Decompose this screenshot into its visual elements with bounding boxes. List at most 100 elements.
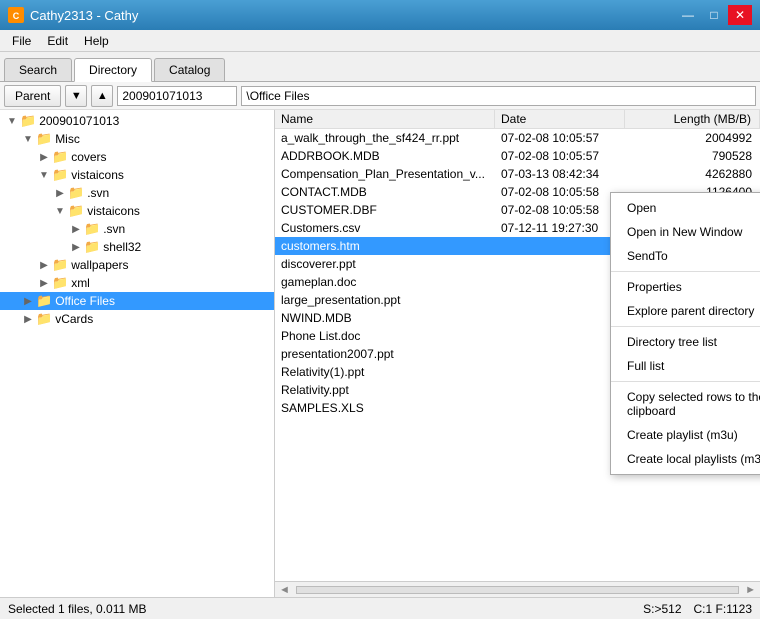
expand-icon-office[interactable]: ▶ — [20, 296, 36, 307]
close-button[interactable]: ✕ — [728, 5, 752, 25]
tree-item-xml[interactable]: ▶ 📁 xml — [0, 274, 274, 292]
file-name-10: NWIND.MDB — [275, 310, 495, 326]
file-row-0[interactable]: a_walk_through_the_sf424_rr.ppt 07-02-08… — [275, 129, 760, 147]
file-name-9: large_presentation.ppt — [275, 292, 495, 308]
file-name-14: Relativity.ppt — [275, 382, 495, 398]
expand-icon-vistaicons-l3[interactable]: ▼ — [52, 206, 68, 217]
menu-help[interactable]: Help — [76, 32, 117, 50]
folder-icon-covers: 📁 — [52, 149, 68, 165]
file-row-1[interactable]: ADDRBOOK.MDB 07-02-08 10:05:57 790528 — [275, 147, 760, 165]
expand-icon-svn-l3[interactable]: ▶ — [52, 188, 68, 199]
folder-icon-root: 📁 — [20, 113, 36, 129]
ctx-separator-2 — [611, 326, 760, 327]
file-date-13 — [495, 364, 625, 380]
tree-item-root[interactable]: ▼ 📁 200901071013 — [0, 112, 274, 130]
file-date-0: 07-02-08 10:05:57 — [495, 130, 625, 146]
file-name-7: discoverer.ppt — [275, 256, 495, 272]
tab-search[interactable]: Search — [4, 58, 72, 81]
file-length-1: 790528 — [625, 148, 760, 164]
folder-icon-vistaicons-l3: 📁 — [68, 203, 84, 219]
expand-icon-misc[interactable]: ▼ — [20, 134, 36, 145]
nav-up-button[interactable]: ▲ — [91, 85, 113, 107]
file-date-2: 07-03-13 08:42:34 — [495, 166, 625, 182]
folder-icon-wallpapers: 📁 — [52, 257, 68, 273]
col-header-date[interactable]: Date — [495, 110, 625, 128]
ctx-separator-3 — [611, 381, 760, 382]
ctx-open[interactable]: Open — [611, 196, 760, 220]
file-name-15: SAMPLES.XLS — [275, 400, 495, 416]
tab-directory[interactable]: Directory — [74, 58, 152, 82]
expand-icon-covers[interactable]: ▶ — [36, 152, 52, 163]
tree-item-office-files[interactable]: ▶ 📁 Office Files — [0, 292, 274, 310]
ctx-copy-rows[interactable]: Copy selected rows to the clipboard ► — [611, 385, 760, 423]
expand-icon-vcards[interactable]: ▶ — [20, 314, 36, 325]
file-date-1: 07-02-08 10:05:57 — [495, 148, 625, 164]
ctx-open-new-window[interactable]: Open in New Window — [611, 220, 760, 244]
tree-item-svn-l4[interactable]: ▶ 📁 .svn — [0, 220, 274, 238]
menu-bar: File Edit Help — [0, 30, 760, 52]
ctx-properties[interactable]: Properties — [611, 275, 760, 299]
tree-item-covers[interactable]: ▶ 📁 covers — [0, 148, 274, 166]
context-menu: Open Open in New Window SendTo ► Propert… — [610, 192, 760, 475]
ctx-separator-1 — [611, 271, 760, 272]
file-date-4: 07-02-08 10:05:58 — [495, 202, 625, 218]
status-left: Selected 1 files, 0.011 MB — [8, 602, 147, 616]
file-length-2: 4262880 — [625, 166, 760, 182]
expand-icon-vistaicons-l2[interactable]: ▼ — [36, 170, 52, 181]
col-header-length[interactable]: Length (MB/B) — [625, 110, 760, 128]
horizontal-scrollbar[interactable]: ◄ ► — [275, 581, 760, 597]
tree-label-covers: covers — [71, 150, 106, 164]
catalog-path-input[interactable] — [117, 86, 237, 106]
file-date-12 — [495, 346, 625, 362]
folder-icon-xml: 📁 — [52, 275, 68, 291]
tree-item-vistaicons-l3[interactable]: ▼ 📁 vistaicons — [0, 202, 274, 220]
ctx-create-playlist[interactable]: Create playlist (m3u) — [611, 423, 760, 447]
file-length-0: 2004992 — [625, 130, 760, 146]
tree-item-shell32[interactable]: ▶ 📁 shell32 — [0, 238, 274, 256]
ctx-dir-tree-list[interactable]: Directory tree list — [611, 330, 760, 354]
expand-icon-root[interactable]: ▼ — [4, 116, 20, 127]
nav-down-button[interactable]: ▼ — [65, 85, 87, 107]
col-header-name[interactable]: Name — [275, 110, 495, 128]
tree-item-vistaicons-l2[interactable]: ▼ 📁 vistaicons — [0, 166, 274, 184]
window-title: Cathy2313 - Cathy — [30, 8, 138, 23]
title-bar: C Cathy2313 - Cathy — □ ✕ — [0, 0, 760, 30]
file-name-11: Phone List.doc — [275, 328, 495, 344]
tree-item-wallpapers[interactable]: ▶ 📁 wallpapers — [0, 256, 274, 274]
status-bar: Selected 1 files, 0.011 MB S:>512 C:1 F:… — [0, 597, 760, 619]
minimize-button[interactable]: — — [676, 5, 700, 25]
ctx-full-list[interactable]: Full list — [611, 354, 760, 378]
folder-icon-svn-l3: 📁 — [68, 185, 84, 201]
tree-item-vcards[interactable]: ▶ 📁 vCards — [0, 310, 274, 328]
expand-icon-wallpapers[interactable]: ▶ — [36, 260, 52, 271]
svg-text:C: C — [13, 11, 20, 21]
ctx-explore-parent[interactable]: Explore parent directory — [611, 299, 760, 323]
parent-button[interactable]: Parent — [4, 85, 61, 107]
folder-icon-svn-l4: 📁 — [84, 221, 100, 237]
file-name-2: Compensation_Plan_Presentation_v... — [275, 166, 495, 182]
file-name-4: CUSTOMER.DBF — [275, 202, 495, 218]
folder-icon-vistaicons-l2: 📁 — [52, 167, 68, 183]
file-date-9 — [495, 292, 625, 308]
file-date-6 — [495, 238, 625, 254]
ctx-sendto[interactable]: SendTo ► — [611, 244, 760, 268]
tree-label-svn-l4: .svn — [103, 222, 125, 236]
expand-icon-shell32[interactable]: ▶ — [68, 242, 84, 253]
expand-icon-svn-l4[interactable]: ▶ — [68, 224, 84, 235]
ctx-create-local-playlists[interactable]: Create local playlists (m3u) — [611, 447, 760, 471]
tree-item-svn-l3[interactable]: ▶ 📁 .svn — [0, 184, 274, 202]
tree-label-root: 200901071013 — [39, 114, 119, 128]
tree-item-misc[interactable]: ▼ 📁 Misc — [0, 130, 274, 148]
expand-icon-xml[interactable]: ▶ — [36, 278, 52, 289]
tree-panel[interactable]: ▼ 📁 200901071013 ▼ 📁 Misc ▶ 📁 covers ▼ 📁… — [0, 110, 275, 597]
menu-edit[interactable]: Edit — [39, 32, 76, 50]
tree-label-vcards: vCards — [55, 312, 93, 326]
main-content: ▼ 📁 200901071013 ▼ 📁 Misc ▶ 📁 covers ▼ 📁… — [0, 110, 760, 597]
maximize-button[interactable]: □ — [702, 5, 726, 25]
tree-label-xml: xml — [71, 276, 90, 290]
file-name-6: customers.htm — [275, 238, 495, 254]
menu-file[interactable]: File — [4, 32, 39, 50]
file-row-2[interactable]: Compensation_Plan_Presentation_v... 07-0… — [275, 165, 760, 183]
app-icon: C — [8, 7, 24, 23]
tab-catalog[interactable]: Catalog — [154, 58, 225, 81]
